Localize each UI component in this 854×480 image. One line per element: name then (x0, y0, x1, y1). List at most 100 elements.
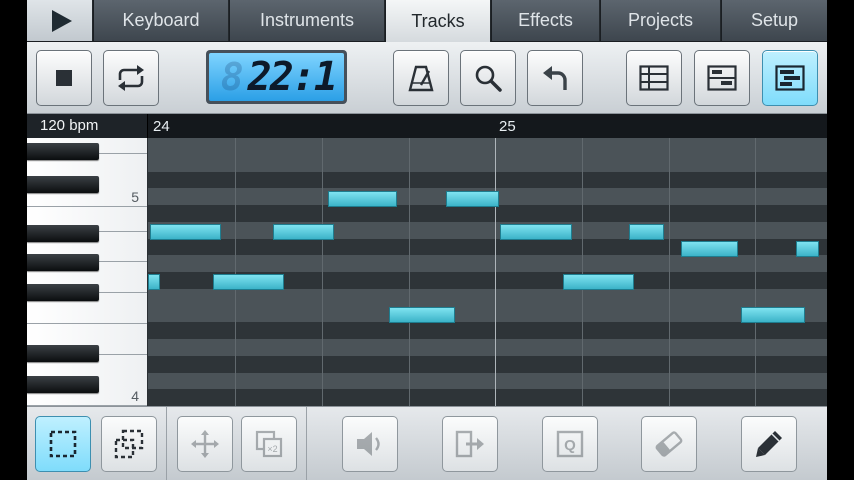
pencil-button[interactable] (741, 416, 797, 472)
grid-row (148, 322, 827, 339)
midi-note[interactable] (273, 224, 334, 240)
stop-button[interactable] (36, 50, 92, 106)
tab-projects[interactable]: Projects (601, 0, 721, 41)
piano-keyboard[interactable]: 5 4 (27, 138, 148, 406)
quantize-label: Q (564, 437, 576, 454)
zoom-icon (475, 65, 502, 92)
edit-toolbar: ×2 Q (27, 406, 827, 480)
position-value: 22:1 (247, 54, 338, 100)
split-view-button[interactable] (694, 50, 750, 106)
move-button[interactable] (177, 416, 233, 472)
black-key[interactable] (27, 254, 99, 271)
black-key[interactable] (27, 284, 99, 301)
duplicate-button[interactable]: ×2 (241, 416, 297, 472)
piano-roll-grid[interactable] (148, 138, 827, 406)
beat-line (669, 138, 670, 406)
black-key[interactable] (27, 345, 99, 362)
toolbar-divider (166, 407, 167, 480)
metronome-button[interactable] (393, 50, 449, 106)
grid-row (148, 138, 827, 155)
midi-note[interactable] (563, 274, 634, 290)
grid-row (148, 255, 827, 272)
grid-row (148, 339, 827, 356)
grid-row (148, 205, 827, 222)
midi-note[interactable] (328, 191, 397, 207)
select-add-icon (114, 429, 144, 459)
grid-row (148, 288, 827, 306)
black-key[interactable] (27, 376, 99, 393)
tab-setup[interactable]: Setup (722, 0, 827, 41)
move-icon (191, 430, 219, 458)
volume-button[interactable] (342, 416, 398, 472)
loop-button[interactable] (103, 50, 159, 106)
piano-roll-view-icon (775, 65, 805, 91)
grid-row (148, 221, 827, 239)
beat-line (582, 138, 583, 406)
export-icon (455, 430, 484, 458)
midi-note[interactable] (741, 307, 805, 323)
list-view-icon (639, 65, 669, 91)
bar-number: 24 (153, 118, 170, 135)
grid-row (148, 355, 827, 373)
grid-row (148, 389, 827, 406)
octave-label: 5 (131, 189, 139, 205)
beat-line (409, 138, 410, 406)
metronome-icon (408, 65, 434, 92)
stop-icon (56, 70, 72, 86)
black-key[interactable] (27, 225, 99, 242)
midi-note[interactable] (148, 274, 160, 290)
loop-icon (118, 65, 144, 91)
midi-note[interactable] (446, 191, 499, 207)
midi-note[interactable] (681, 241, 738, 257)
beat-line (235, 138, 236, 406)
grid-row (148, 171, 827, 189)
octave-label: 4 (131, 388, 139, 404)
beat-line (322, 138, 323, 406)
select-box-button[interactable] (35, 416, 91, 472)
tab-tracks[interactable]: Tracks (386, 0, 491, 42)
timeline-ruler[interactable]: 120 bpm 24 25 (27, 114, 827, 138)
piano-roll-view-button[interactable] (762, 50, 818, 106)
position-display: 8 22:1 (206, 50, 347, 104)
music-studio-app: Keyboard Instruments Tracks Effects Proj… (27, 0, 827, 480)
tempo-label[interactable]: 120 bpm (27, 114, 148, 138)
eraser-icon (655, 431, 683, 457)
list-view-button[interactable] (626, 50, 682, 106)
black-key[interactable] (27, 176, 99, 193)
eraser-button[interactable] (641, 416, 697, 472)
tab-effects[interactable]: Effects (492, 0, 600, 41)
transport-toolbar: 8 22:1 (27, 42, 827, 114)
midi-note[interactable] (150, 224, 221, 240)
undo-icon (543, 66, 567, 90)
grid-row (148, 305, 827, 323)
main-tab-bar: Keyboard Instruments Tracks Effects Proj… (27, 0, 827, 42)
volume-icon (357, 432, 380, 456)
split-view-icon (707, 65, 737, 91)
duplicate-icon: ×2 (255, 430, 283, 458)
midi-note[interactable] (213, 274, 284, 290)
midi-note[interactable] (500, 224, 572, 240)
lcd-ghost-digit: 8 (220, 55, 244, 99)
tab-instruments[interactable]: Instruments (230, 0, 385, 41)
duplicate-label: ×2 (267, 444, 277, 454)
grid-row (148, 372, 827, 390)
select-add-button[interactable] (101, 416, 157, 472)
quantize-button[interactable]: Q (542, 416, 598, 472)
bar-line (495, 138, 496, 406)
pencil-icon (756, 431, 782, 457)
grid-row (148, 154, 827, 172)
bar-number: 25 (499, 118, 516, 135)
beat-line (755, 138, 756, 406)
undo-button[interactable] (527, 50, 583, 106)
tab-keyboard[interactable]: Keyboard (94, 0, 229, 41)
black-key[interactable] (27, 143, 99, 160)
midi-note[interactable] (796, 241, 819, 257)
export-button[interactable] (442, 416, 498, 472)
midi-note[interactable] (629, 224, 664, 240)
quantize-icon: Q (556, 430, 584, 458)
select-box-icon (49, 430, 77, 458)
toolbar-divider (306, 407, 307, 480)
play-button[interactable] (27, 0, 93, 41)
zoom-button[interactable] (460, 50, 516, 106)
midi-note[interactable] (389, 307, 455, 323)
